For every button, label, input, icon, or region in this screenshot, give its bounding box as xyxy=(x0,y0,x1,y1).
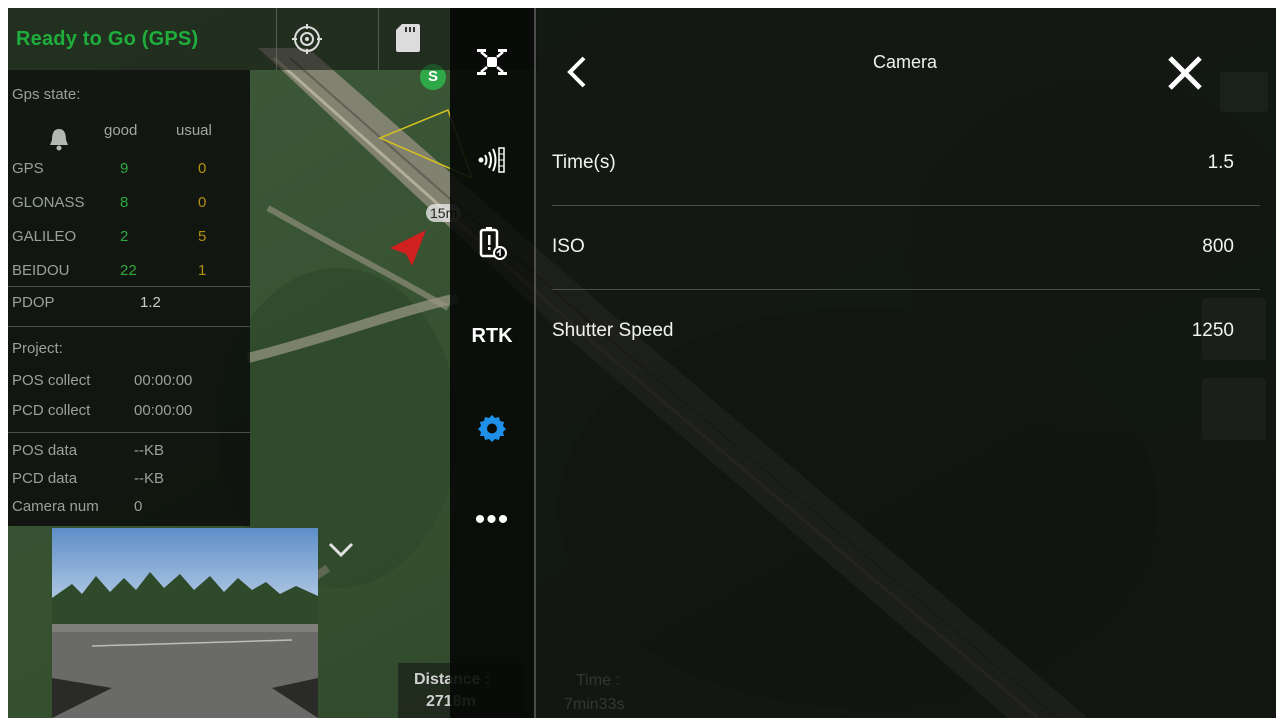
pdop-value: 1.2 xyxy=(140,294,161,311)
project-label: Project: xyxy=(12,340,63,357)
setting-label: Shutter Speed xyxy=(552,320,674,341)
ghost-widget xyxy=(1202,378,1266,440)
gps-row: GPS 9 0 xyxy=(12,158,250,180)
gps-state-panel: Gps state: good usual GPS 9 0 GLONASS 8 … xyxy=(8,70,250,526)
camera-num-value: 0 xyxy=(134,498,143,515)
pdop-label: PDOP xyxy=(12,294,55,311)
pcd-collect-row: PCD collect 00:00:00 xyxy=(12,400,250,422)
battery-button[interactable] xyxy=(450,220,534,268)
close-button[interactable] xyxy=(1164,52,1206,94)
header-good: good xyxy=(104,122,138,139)
pcd-data-row: PCD data --KB xyxy=(12,468,250,490)
gps-row-usual: 0 xyxy=(198,194,207,211)
gps-row-usual: 5 xyxy=(198,228,207,245)
app-root: S 15m Ready to Go (GPS) Gps state: good … xyxy=(8,8,1276,718)
signal-button[interactable] xyxy=(450,136,534,184)
pos-data-value: --KB xyxy=(134,442,164,459)
pcd-data-value: --KB xyxy=(134,470,164,487)
pcd-collect-value: 00:00:00 xyxy=(134,402,193,419)
more-button[interactable]: ••• xyxy=(450,496,534,544)
setting-row-shutter-speed[interactable]: Shutter Speed 1250 xyxy=(534,290,1276,374)
settings-button[interactable] xyxy=(450,404,534,452)
header-usual: usual xyxy=(176,122,212,139)
panel-divider xyxy=(8,286,250,287)
gps-row-name: GALILEO xyxy=(12,228,77,245)
camera-preview[interactable] xyxy=(52,528,318,718)
pcd-data-label: PCD data xyxy=(12,470,78,487)
gps-header-row: good usual xyxy=(8,120,250,142)
gps-row-usual: 1 xyxy=(198,262,207,279)
battery-icon xyxy=(479,227,507,260)
chevron-down-icon[interactable] xyxy=(324,538,358,562)
pdop-row: PDOP 1.2 xyxy=(12,292,250,314)
target-icon[interactable] xyxy=(292,24,322,54)
gps-row: GLONASS 8 0 xyxy=(12,192,250,214)
pos-collect-value: 00:00:00 xyxy=(134,372,193,389)
status-divider xyxy=(378,8,379,70)
gps-state-title: Gps state: xyxy=(12,86,81,103)
status-divider xyxy=(276,8,277,70)
gps-row: GALILEO 2 5 xyxy=(12,226,250,248)
setting-label: ISO xyxy=(552,236,585,257)
gps-row-name: BEIDOU xyxy=(12,262,70,279)
time-label: Time : xyxy=(576,672,620,689)
start-marker-label: S xyxy=(427,68,438,85)
panel-divider xyxy=(8,326,250,327)
settings-gear-icon xyxy=(478,415,506,442)
setting-row-time[interactable]: Time(s) 1.5 xyxy=(534,122,1276,206)
flight-status-text: Ready to Go (GPS) xyxy=(16,28,199,50)
setting-value[interactable]: 800 xyxy=(1202,236,1234,258)
camera-num-row: Camera num 0 xyxy=(12,496,250,518)
gps-row-good: 2 xyxy=(120,228,129,245)
pos-data-row: POS data --KB xyxy=(12,440,250,462)
panel-divider xyxy=(8,432,250,433)
gps-row-good: 8 xyxy=(120,194,129,211)
ghost-widget xyxy=(1220,72,1268,112)
pos-data-label: POS data xyxy=(12,442,78,459)
gps-row-good: 22 xyxy=(120,262,137,279)
gps-row-name: GPS xyxy=(12,160,44,177)
drone-icon xyxy=(477,49,507,75)
setting-value[interactable]: 1.5 xyxy=(1208,152,1234,174)
camera-num-label: Camera num xyxy=(12,498,99,515)
gps-row: BEIDOU 22 1 xyxy=(12,260,250,282)
setting-value[interactable]: 1250 xyxy=(1192,320,1234,342)
time-value: 7min33s xyxy=(564,696,625,713)
rtk-button[interactable]: RTK xyxy=(450,312,534,360)
gps-row-usual: 0 xyxy=(198,160,207,177)
sd-card-icon[interactable] xyxy=(396,24,420,52)
side-toolbar: RTK ••• xyxy=(450,8,534,718)
pos-collect-row: POS collect 00:00:00 xyxy=(12,370,250,392)
camera-feed-image xyxy=(52,528,318,718)
pos-collect-label: POS collect xyxy=(12,372,91,389)
drone-status-button[interactable] xyxy=(450,38,534,86)
pcd-collect-label: PCD collect xyxy=(12,402,91,419)
signal-icon xyxy=(478,147,505,173)
setting-row-iso[interactable]: ISO 800 xyxy=(534,206,1276,290)
gps-row-good: 9 xyxy=(120,160,129,177)
setting-label: Time(s) xyxy=(552,152,616,173)
camera-settings-panel: Time : 7min33s Camera Time(s) 1.5 ISO 80… xyxy=(534,8,1276,718)
gps-row-name: GLONASS xyxy=(12,194,85,211)
